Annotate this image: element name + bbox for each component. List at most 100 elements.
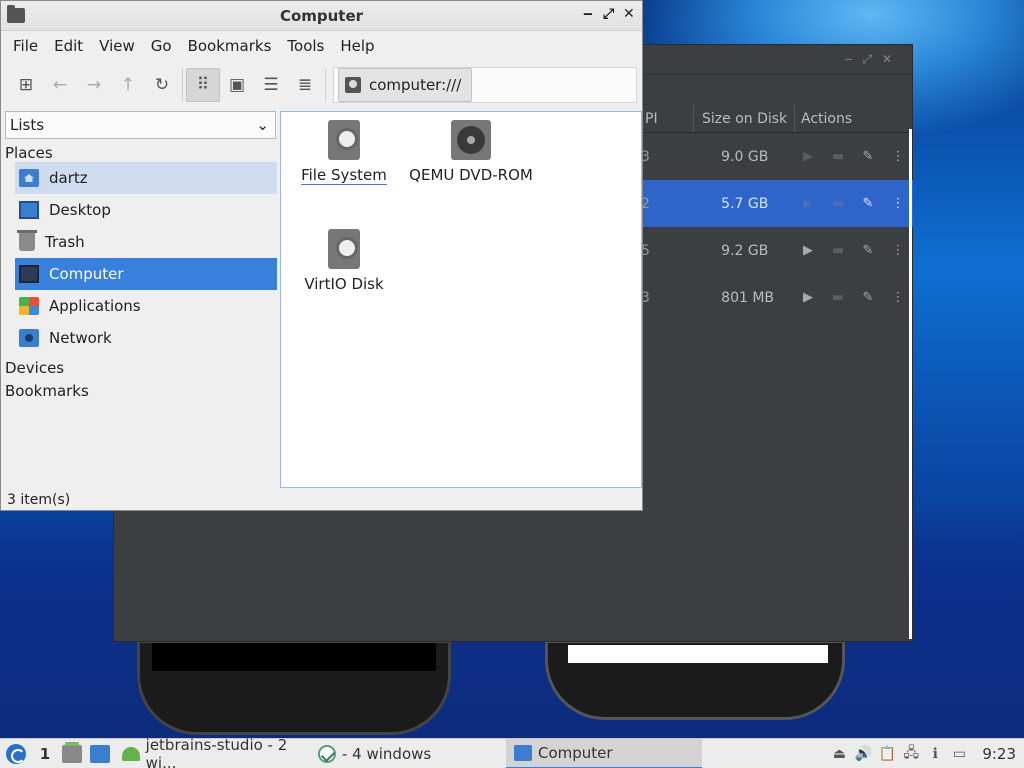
column-header-actions[interactable]: Actions (795, 105, 913, 132)
studio-icon (318, 744, 336, 763)
clock[interactable]: 9:23 (974, 745, 1016, 763)
icon-view-icon[interactable]: ⠿ (186, 68, 220, 102)
device-row-selected[interactable]: 2 5.7 GB ▶ ▬ ✎ ⋮ (641, 180, 913, 227)
toolbar: ⊞ ← → ↑ ↻ ⠿ ▣ ☰ ≣ computer:/// (1, 61, 642, 109)
new-tab-icon[interactable]: ⊞ (9, 68, 43, 102)
taskbar: 1 jetbrains-studio - 2 wi... - 4 windows… (0, 735, 1024, 768)
menu-bookmarks[interactable]: Bookmarks (180, 37, 280, 55)
menu-tools[interactable]: Tools (279, 37, 332, 55)
sidebar-item-applications[interactable]: Applications (15, 290, 277, 322)
clipboard-icon[interactable]: 📋 (878, 745, 896, 763)
harddisk-icon (328, 120, 360, 160)
menu-go[interactable]: Go (143, 37, 180, 55)
menu-view[interactable]: View (91, 37, 143, 55)
reload-icon[interactable]: ↻ (145, 68, 179, 102)
desktop-icon (19, 201, 39, 219)
device-api: 2 (641, 195, 650, 212)
volume-icon[interactable]: 🔊 (854, 745, 872, 763)
screen-icon[interactable]: ▭ (950, 745, 968, 763)
toolbar-separator (182, 68, 183, 102)
location-bar[interactable]: computer:/// (333, 67, 637, 103)
folder-icon[interactable]: ▬ (823, 149, 853, 164)
device-manager-window-buttons[interactable]: ‒⤢✕ (845, 52, 902, 67)
computer-icon (19, 265, 39, 283)
device-row[interactable]: 3 9.0 GB ▶ ▬ ✎ ⋮ (641, 133, 913, 180)
play-icon[interactable]: ▶ (793, 196, 823, 211)
start-menu-button[interactable] (0, 739, 32, 768)
task-label: - 4 windows (342, 744, 432, 763)
menu-edit[interactable]: Edit (46, 37, 91, 55)
forward-arrow-icon[interactable]: → (77, 68, 111, 102)
side-pane: Lists ⌄ Places dartz Desktop Trash Compu… (3, 111, 278, 491)
notification-icon[interactable]: ℹ (926, 745, 944, 763)
item-qemu-dvd-rom[interactable]: QEMU DVD-ROM (409, 120, 533, 184)
device-size: 9.0 GB (721, 148, 769, 165)
column-header-api[interactable]: PI (641, 105, 694, 132)
minimize-button[interactable]: ‒ (583, 6, 593, 22)
folder-icon[interactable]: ▬ (823, 290, 853, 305)
desktop-switcher[interactable]: 1 (32, 739, 58, 768)
folder-icon[interactable]: ▬ (823, 243, 853, 258)
devices-header[interactable]: Devices (3, 354, 278, 377)
close-button[interactable]: ✕ (623, 6, 635, 22)
sidebar-item-trash[interactable]: Trash (15, 226, 277, 258)
edit-pencil-icon[interactable]: ✎ (853, 149, 883, 164)
item-file-system[interactable]: File System (301, 120, 387, 185)
maximize-button[interactable]: ⤢ (603, 6, 614, 22)
chevron-down-icon: ⌄ (256, 116, 269, 134)
show-desktop-icon[interactable] (90, 744, 110, 763)
edit-pencil-icon[interactable]: ✎ (853, 196, 883, 211)
sidebar-item-computer[interactable]: Computer (15, 258, 277, 290)
thumbnail-view-icon[interactable]: ▣ (220, 68, 254, 102)
device-row[interactable]: 5 9.2 GB ▶ ▬ ✎ ⋮ (641, 227, 913, 274)
device-row[interactable]: 3 801 MB ▶ ▬ ✎ ⋮ (641, 274, 913, 321)
eject-icon[interactable]: ⏏ (830, 745, 848, 763)
play-icon[interactable]: ▶ (793, 290, 823, 305)
sidebar-item-home[interactable]: dartz (15, 162, 277, 194)
task-jetbrains-studio[interactable]: jetbrains-studio - 2 wi... (114, 735, 310, 768)
edit-pencil-icon[interactable]: ✎ (853, 243, 883, 258)
window-title: Computer (279, 7, 364, 25)
location-text: computer:/// (369, 76, 462, 94)
sidebar-item-label: dartz (49, 169, 88, 187)
menu-file[interactable]: File (5, 37, 46, 55)
device-table: PI Size on Disk Actions 3 9.0 GB ▶ ▬ ✎ ⋮… (641, 105, 913, 321)
item-label: File System (301, 166, 387, 185)
task-computer[interactable]: Computer (506, 738, 702, 768)
menu-help[interactable]: Help (332, 37, 382, 55)
play-icon[interactable]: ▶ (793, 149, 823, 164)
folder-icon[interactable]: ▬ (823, 196, 853, 211)
network-status-icon[interactable]: 🖧 (902, 745, 920, 763)
compact-view-icon[interactable]: ☰ (254, 68, 288, 102)
file-manager-icon (514, 744, 532, 761)
harddisk-icon (328, 229, 360, 269)
edit-pencil-icon[interactable]: ✎ (853, 290, 883, 305)
places-header[interactable]: Places (3, 139, 278, 162)
sidebar-item-label: Computer (49, 265, 124, 283)
back-arrow-icon[interactable]: ← (43, 68, 77, 102)
path-button-computer[interactable]: computer:/// (338, 68, 473, 102)
device-api: 5 (641, 242, 650, 259)
item-label: QEMU DVD-ROM (409, 166, 533, 184)
item-virtio-disk[interactable]: VirtIO Disk (301, 229, 387, 293)
network-icon (19, 329, 39, 347)
sidebar-item-desktop[interactable]: Desktop (15, 194, 277, 226)
device-table-scrollbar[interactable] (909, 129, 912, 639)
play-icon[interactable]: ▶ (793, 243, 823, 258)
bookmarks-header[interactable]: Bookmarks (3, 377, 278, 400)
sidebar-item-network[interactable]: Network (15, 322, 277, 354)
task-studio-windows[interactable]: - 4 windows (310, 739, 506, 768)
lxqt-logo-icon (6, 743, 26, 764)
folder-view[interactable]: File System QEMU DVD-ROM VirtIO Disk (280, 111, 642, 488)
column-header-size[interactable]: Size on Disk (694, 105, 795, 132)
side-pane-mode-select[interactable]: Lists ⌄ (5, 111, 276, 139)
detailed-list-view-icon[interactable]: ≣ (288, 68, 322, 102)
phone-emulator-right (545, 640, 845, 720)
menu-bar: File Edit View Go Bookmarks Tools Help (1, 31, 642, 61)
file-manager-titlebar[interactable]: Computer ‒ ⤢ ✕ (1, 1, 642, 31)
file-manager-window[interactable]: Computer ‒ ⤢ ✕ File Edit View Go Bookmar… (0, 0, 643, 511)
status-bar: 3 item(s) (7, 492, 71, 508)
task-label: jetbrains-studio - 2 wi... (145, 735, 288, 768)
up-arrow-icon[interactable]: ↑ (111, 68, 145, 102)
file-manager-launcher-icon[interactable] (62, 741, 82, 763)
